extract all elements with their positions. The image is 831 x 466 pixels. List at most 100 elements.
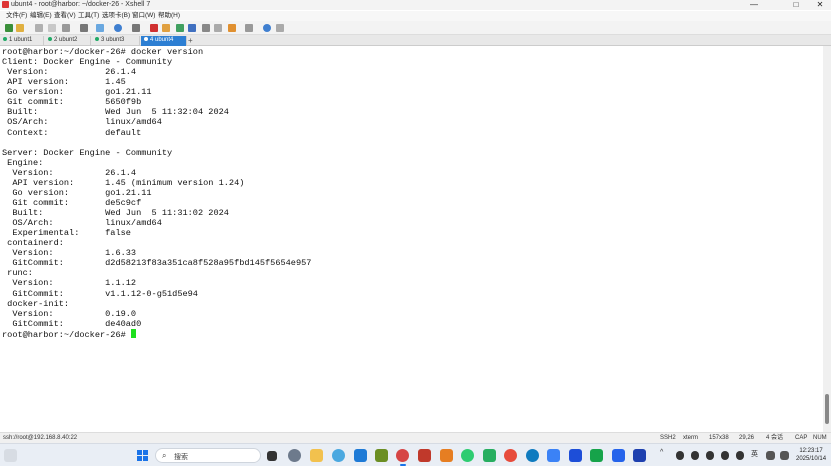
terminal-line: Server: Docker Engine - Community [2,147,173,158]
print-icon[interactable] [80,24,88,32]
session-tab-bar: 1 ubunt1 2 ubunt2 3 ubunt3 4 ubunt4 + [0,35,831,46]
toolbar [0,21,831,35]
windows-taskbar: ⌕ 搜索 ^ 英 12:23:17 2025/10/14 [0,443,831,466]
widgets-icon[interactable] [4,449,17,462]
wechat-icon[interactable] [461,449,474,462]
terminal-cursor [130,328,136,338]
xftp-taskbar-icon[interactable] [418,449,431,462]
menu-file[interactable]: 文件(F) [6,12,27,20]
menu-help[interactable]: 帮助(H) [158,12,180,20]
terminal-line: Engine: [2,157,44,168]
vscode-icon[interactable] [354,449,367,462]
copy-icon[interactable] [48,24,56,32]
num-indicator: NUM [813,435,827,441]
terminal-output[interactable]: root@harbor:~/docker-26# docker version C… [0,46,823,432]
ime-indicator[interactable]: 英 [751,449,758,459]
tab-ubunt4[interactable]: 4 ubunt4 [141,36,187,46]
terminal-line: runc: [2,268,33,279]
app-icon[interactable] [569,449,582,462]
keyboard-icon[interactable] [202,24,210,32]
properties-icon[interactable] [96,24,104,32]
menu-tabs[interactable]: 选项卡(B) [102,12,130,20]
file-explorer-icon[interactable] [310,449,323,462]
lock-icon[interactable] [214,24,222,32]
status-dot-icon [144,37,148,42]
window-title: ubunt4 - root@harbor: ~/docker-26 - Xshe… [11,1,151,8]
scrollbar-thumb[interactable] [825,394,829,424]
xshell-taskbar-icon[interactable] [396,449,409,466]
terminal-line: Version: 26.1.4 [2,67,137,78]
status-dot-icon [48,37,52,42]
tray-app-icon[interactable] [721,451,729,460]
app-icon[interactable] [633,449,646,462]
tray-app-icon[interactable] [736,451,744,460]
open-folder-icon[interactable] [16,24,24,32]
terminal-line: OS/Arch: linux/amd64 [2,218,162,229]
app-icon[interactable] [440,449,453,462]
new-session-icon[interactable] [5,24,13,32]
transfer-icon[interactable] [162,24,170,32]
minimize-button[interactable]: — [743,0,765,10]
search-placeholder: 搜索 [174,454,188,461]
terminal-line: GitCommit: de40ad0 [2,318,142,329]
tray-app-icon[interactable] [691,451,699,460]
globe-icon[interactable] [114,24,122,32]
chrome-icon[interactable] [504,449,517,462]
terminal-scrollbar[interactable] [823,46,831,432]
tunnel-icon[interactable] [176,24,184,32]
app-icon[interactable] [590,449,603,462]
terminal-line: Client: Docker Engine - Community [2,57,173,68]
terminal-line: Experimental: false [2,228,131,239]
app-icon[interactable] [483,449,496,462]
terminal-line: docker-init: [2,298,70,309]
tab-ubunt1[interactable]: 1 ubunt1 [0,36,44,46]
disconnect-icon[interactable] [35,24,43,32]
tray-app-icon[interactable] [706,451,714,460]
volume-icon[interactable] [780,451,789,460]
settings-gear-icon[interactable] [288,449,301,462]
status-bar: ssh://root@192.168.8.40:22 SSH2 xterm 15… [0,432,831,443]
tab-ubunt2[interactable]: 2 ubunt2 [45,36,91,46]
app-icon[interactable] [375,449,388,462]
terminal-line: Built: Wed Jun 5 11:32:04 2024 [2,107,229,118]
edge-icon[interactable] [526,449,539,462]
menu-tools[interactable]: 工具(T) [78,12,99,20]
font-icon[interactable] [132,24,140,32]
tab-ubunt3[interactable]: 3 ubunt3 [92,36,140,46]
close-button[interactable]: ✕ [809,0,831,10]
caps-indicator: CAP [795,435,808,441]
help-icon[interactable] [263,24,271,32]
prompt-line: root@harbor:~/docker-26# [2,328,823,340]
menu-window[interactable]: 窗口(W) [132,12,155,20]
terminal-type: xterm [683,435,698,441]
task-view-icon[interactable] [267,451,277,461]
app-icon[interactable] [547,449,560,462]
script-icon[interactable] [188,24,196,32]
tray-chevron-icon[interactable]: ^ [660,449,663,456]
layout-icon[interactable] [245,24,253,32]
clock-date: 2025/10/14 [796,456,827,462]
browser-icon[interactable] [332,449,345,462]
taskbar-search-input[interactable]: ⌕ 搜索 [155,448,261,463]
tray-app-icon[interactable] [676,451,684,460]
taskbar-clock[interactable]: 12:23:17 2025/10/14 [796,447,826,463]
menu-edit[interactable]: 编辑(E) [30,12,52,20]
search-icon: ⌕ [162,451,167,460]
highlight-icon[interactable] [228,24,236,32]
new-tab-button[interactable]: + [188,36,193,45]
menu-view[interactable]: 查看(V) [54,12,76,20]
find-icon[interactable] [62,24,70,32]
chat-icon[interactable] [276,24,284,32]
start-windows-icon[interactable] [137,450,148,461]
network-icon[interactable] [766,451,775,460]
xftp-icon[interactable] [150,24,158,32]
outlook-icon[interactable] [612,449,625,462]
terminal-line: Go version: go1.21.11 [2,87,152,98]
connection-address: ssh://root@192.168.8.40:22 [3,435,78,441]
menu-bar: 文件(F) 编辑(E) 查看(V) 工具(T) 选项卡(B) 窗口(W) 帮助(… [0,11,831,21]
tab-label: 4 ubunt4 [150,37,174,43]
status-dot-icon [95,37,99,42]
maximize-button[interactable]: □ [785,0,807,10]
terminal-line: root@harbor:~/docker-26# docker version [2,47,204,57]
